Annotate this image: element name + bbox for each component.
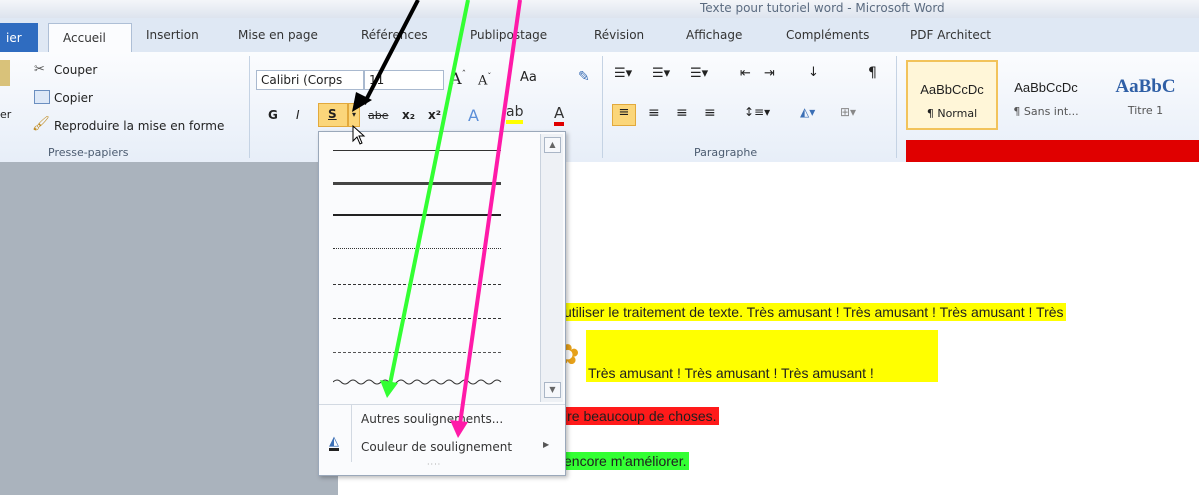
pink-arrowhead — [450, 420, 468, 438]
green-arrow — [388, 0, 470, 385]
green-arrowhead — [380, 380, 398, 398]
black-arrow — [362, 0, 420, 105]
pink-arrow — [458, 0, 522, 425]
annotation-arrows — [352, 0, 522, 438]
